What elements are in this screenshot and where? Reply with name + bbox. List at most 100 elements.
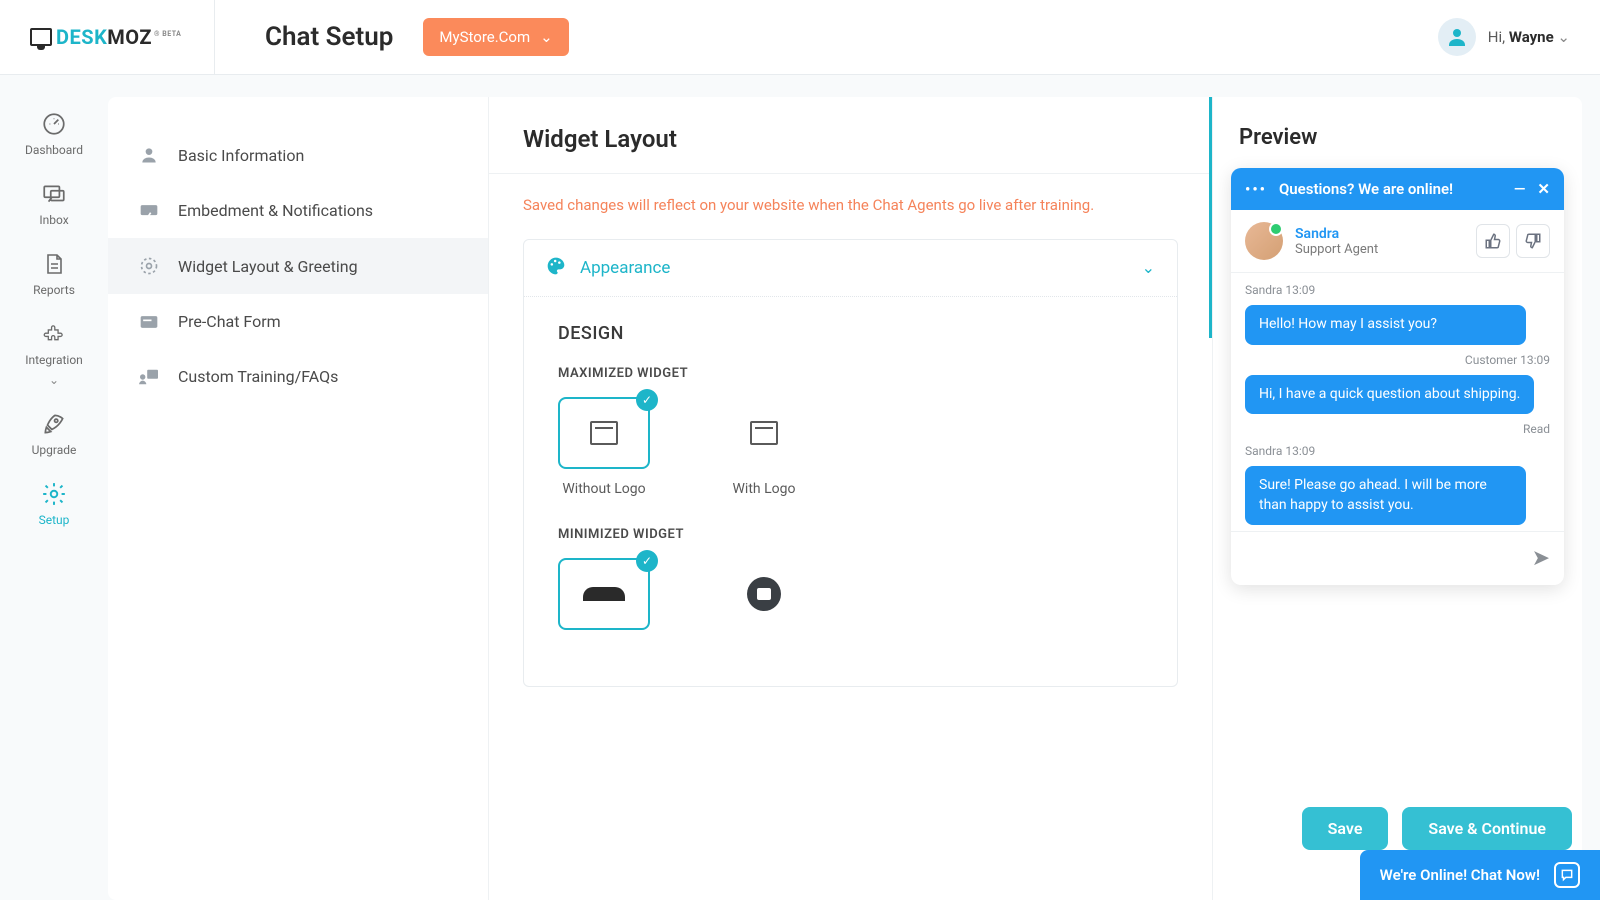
chat-agent-bar: Sandra Support Agent [1231, 210, 1564, 273]
center-title: Widget Layout [523, 125, 1178, 153]
document-icon [41, 251, 67, 277]
chat-icon [41, 181, 67, 207]
accordion-header[interactable]: Appearance ⌄ [524, 240, 1177, 297]
puzzle-icon [41, 321, 67, 347]
option-box-with-logo[interactable] [718, 397, 810, 469]
maximized-options: ✓ Without Logo With Logo [558, 397, 1143, 497]
message-meta: Sandra 13:09 [1245, 444, 1550, 458]
user-icon [138, 145, 160, 165]
embed-icon [138, 202, 160, 220]
nav-reports[interactable]: Reports [33, 251, 75, 297]
nav-upgrade[interactable]: Upgrade [32, 411, 77, 457]
agent-actions [1476, 224, 1550, 258]
minimized-options: ✓ [558, 558, 1143, 630]
option-label: With Logo [733, 481, 796, 497]
save-continue-button[interactable]: Save & Continue [1402, 807, 1572, 850]
preview-title: Preview [1231, 125, 1564, 150]
subnav-embedment[interactable]: Embedment & Notifications [108, 183, 488, 238]
save-button[interactable]: Save [1302, 807, 1389, 850]
palette-icon [546, 256, 566, 280]
option-min-circle [718, 558, 810, 630]
chevron-down-icon: ⌄ [49, 373, 59, 387]
chat-widget-header: ••• Questions? We are online! — ✕ [1231, 168, 1564, 210]
subnav-basic-information[interactable]: Basic Information [108, 127, 488, 183]
agent-avatar [1245, 222, 1283, 260]
gear-icon [41, 481, 67, 507]
subnav-prechat[interactable]: Pre-Chat Form [108, 294, 488, 349]
logo[interactable]: DESKMOZ® BETA [30, 25, 181, 49]
option-box-min-circle[interactable] [718, 558, 810, 630]
agent-name: Sandra [1295, 226, 1378, 242]
logo-icon [30, 28, 52, 46]
minimize-icon[interactable]: — [1514, 180, 1526, 198]
main: Dashboard Inbox Reports Integration ⌄ Up… [0, 75, 1600, 900]
agent-role: Support Agent [1295, 242, 1378, 257]
subnav: Basic Information Embedment & Notificati… [108, 97, 488, 900]
preview-panel: Preview ••• Questions? We are online! — … [1212, 97, 1582, 900]
option-label: Without Logo [562, 481, 645, 497]
check-icon: ✓ [636, 550, 658, 572]
gear-icon [138, 256, 160, 276]
nav-dashboard[interactable]: Dashboard [25, 111, 83, 157]
training-icon [138, 368, 160, 386]
send-icon[interactable]: ➤ [1532, 546, 1550, 571]
nav-integration[interactable]: Integration ⌄ [25, 321, 83, 387]
thumbs-up-button[interactable] [1476, 224, 1510, 258]
subnav-widget-layout[interactable]: Widget Layout & Greeting [108, 238, 488, 294]
online-bar-text: We're Online! Chat Now! [1380, 866, 1540, 884]
greeting[interactable]: Hi, Wayne ⌄ [1488, 28, 1570, 46]
center-header: Widget Layout [489, 97, 1212, 174]
option-min-bar: ✓ [558, 558, 650, 630]
chat-bubble: Sure! Please go ahead. I will be more th… [1245, 466, 1526, 525]
gauge-icon [41, 111, 67, 137]
option-box-min-bar[interactable]: ✓ [558, 558, 650, 630]
notice-text: Saved changes will reflect on your websi… [489, 174, 1212, 227]
maximized-title: MAXIMIZED WIDGET [558, 366, 1143, 381]
accordion-title: Appearance [580, 258, 670, 278]
store-dropdown-label: MyStore.Com [439, 28, 530, 46]
logo-text: DESKMOZ® BETA [56, 25, 181, 49]
nav-setup[interactable]: Setup [39, 481, 70, 527]
form-icon [138, 314, 160, 330]
widget-icon [590, 421, 618, 445]
logo-area: DESKMOZ® BETA [30, 0, 215, 75]
topbar: DESKMOZ® BETA Chat Setup MyStore.Com ⌄ H… [0, 0, 1600, 75]
content: Basic Information Embedment & Notificati… [108, 97, 1582, 900]
read-indicator: Read [1245, 422, 1550, 436]
chevron-down-icon: ⌄ [1142, 258, 1155, 277]
nav-inbox[interactable]: Inbox [39, 181, 68, 227]
left-nav: Dashboard Inbox Reports Integration ⌄ Up… [0, 97, 108, 900]
accordion-body: DESIGN MAXIMIZED WIDGET ✓ Without Logo [524, 297, 1177, 686]
online-chat-bar[interactable]: We're Online! Chat Now! [1360, 850, 1600, 900]
chat-widget: ••• Questions? We are online! — ✕ Sandra… [1231, 168, 1564, 585]
thumbs-down-button[interactable] [1516, 224, 1550, 258]
rocket-icon [41, 411, 67, 437]
store-dropdown[interactable]: MyStore.Com ⌄ [423, 18, 568, 56]
user-icon [1445, 25, 1469, 49]
chat-bubble: Hi, I have a quick question about shippi… [1245, 375, 1534, 415]
topbar-right: Hi, Wayne ⌄ [1438, 18, 1570, 56]
option-with-logo: With Logo [718, 397, 810, 497]
check-icon: ✓ [636, 389, 658, 411]
minimized-title: MINIMIZED WIDGET [558, 527, 1143, 542]
scroll-indicator [1209, 97, 1212, 900]
agent-info: Sandra Support Agent [1295, 226, 1378, 257]
circle-chat-icon [747, 577, 781, 611]
page-title: Chat Setup [265, 22, 393, 52]
close-icon[interactable]: ✕ [1537, 180, 1550, 198]
option-box-without-logo[interactable]: ✓ [558, 397, 650, 469]
menu-dots-icon[interactable]: ••• [1245, 180, 1267, 198]
design-title: DESIGN [558, 323, 1143, 344]
chat-bubble: Hello! How may I assist you? [1245, 305, 1526, 345]
footer-buttons: Save Save & Continue [1302, 807, 1572, 850]
bar-icon [583, 587, 625, 601]
chevron-down-icon: ⌄ [540, 28, 553, 46]
subnav-training[interactable]: Custom Training/FAQs [108, 349, 488, 404]
message-meta: Sandra 13:09 [1245, 283, 1550, 297]
center-panel: Widget Layout Saved changes will reflect… [488, 97, 1212, 900]
avatar[interactable] [1438, 18, 1476, 56]
option-without-logo: ✓ Without Logo [558, 397, 650, 497]
message-meta: Customer 13:09 [1245, 353, 1550, 367]
chevron-down-icon: ⌄ [1557, 28, 1570, 46]
chat-input[interactable] [1245, 551, 1532, 567]
